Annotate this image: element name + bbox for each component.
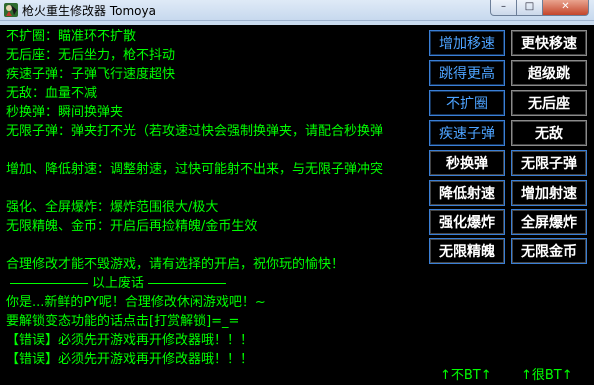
- super-jump-button[interactable]: 超级跳: [511, 60, 587, 86]
- console-line: 强化、全屏爆炸：爆炸范围很大/极大: [6, 200, 219, 215]
- console-line: 不扩圈：瞄准环不扩散: [6, 29, 137, 44]
- console-line: 【错误】必须先开游戏再开修改器哦！！！: [6, 352, 254, 367]
- maximize-button[interactable]: □: [516, 0, 543, 16]
- console-line: 无限子弹：弹夹打不光（若攻速过快会强制换弹夹，请配合秒换弹: [6, 124, 384, 139]
- infinite-ammo-button[interactable]: 无限子弹: [511, 150, 587, 176]
- console-line: 你是...新鲜的PY呢！合理修改休闲游戏吧！~: [6, 295, 266, 310]
- fast-bullet-button[interactable]: 疾速子弹: [429, 120, 505, 146]
- app-icon: [4, 3, 18, 17]
- infinite-soul-button[interactable]: 无限精魄: [429, 238, 505, 264]
- faster-move-speed-button[interactable]: 更快移速: [511, 30, 587, 56]
- increase-fire-rate-button[interactable]: 增加射速: [511, 180, 587, 206]
- console-line: 增加、降低射速：调整射速，过快可能射不出来，与无限子弹冲突: [6, 162, 384, 177]
- close-button[interactable]: ✕: [542, 0, 589, 16]
- not-bt-link[interactable]: ↑不BT↑: [440, 364, 492, 383]
- divider: [148, 283, 227, 284]
- infinite-gold-button[interactable]: 无限金币: [511, 238, 587, 264]
- enhanced-explosion-button[interactable]: 强化爆炸: [429, 209, 505, 235]
- console-line: 合理修改才能不毁游戏，请有选择的开启，祝你玩的愉快！: [6, 257, 345, 272]
- console-line: 要解锁变态功能的话点击[打赏解锁]=_=: [6, 314, 240, 329]
- separator-text: 以上废话: [92, 276, 145, 291]
- cheat-button-panel: 增加移速 更快移速 跳得更高 超级跳 不扩圈 无后座 疾速子弹 无敌 秒换弹 无…: [424, 25, 594, 385]
- fullscreen-explosion-button[interactable]: 全屏爆炸: [511, 209, 587, 235]
- console-line: 无敌：血量不减: [6, 86, 98, 101]
- output-console[interactable]: 不扩圈：瞄准环不扩散 无后座：无后坐力，枪不抖动 疾速子弹：子弹飞行速度超快 无…: [0, 25, 424, 385]
- instant-reload-button[interactable]: 秒换弹: [429, 150, 505, 176]
- divider: [10, 283, 88, 284]
- jump-higher-button[interactable]: 跳得更高: [429, 60, 505, 86]
- decrease-fire-rate-button[interactable]: 降低射速: [429, 180, 505, 206]
- app-window: 枪火重生修改器 Tomoya – □ ✕ 不扩圈：瞄准环不扩散 无后座：无后坐力…: [0, 0, 594, 385]
- very-bt-link[interactable]: ↑很BT↑: [521, 364, 573, 383]
- increase-move-speed-button[interactable]: 增加移速: [429, 30, 505, 56]
- no-recoil-button[interactable]: 无后座: [511, 90, 587, 116]
- console-line: 无后座：无后坐力，枪不抖动: [6, 48, 176, 63]
- console-line: 无限精魄、金币：开启后再捡精魄/金币生效: [6, 219, 258, 234]
- window-title: 枪火重生修改器 Tomoya: [22, 4, 156, 18]
- separator-line: 以上废话: [6, 274, 424, 293]
- title-bar[interactable]: 枪火重生修改器 Tomoya – □ ✕: [0, 0, 594, 21]
- minimize-button[interactable]: –: [490, 0, 517, 16]
- console-line: 秒换弹：瞬间换弹夹: [6, 105, 124, 120]
- console-line: 疾速子弹：子弹飞行速度超快: [6, 67, 176, 82]
- no-spread-button[interactable]: 不扩圈: [429, 90, 505, 116]
- console-line: 【错误】必须先开游戏再开修改器哦！！！: [6, 333, 254, 348]
- invincible-button[interactable]: 无敌: [511, 120, 587, 146]
